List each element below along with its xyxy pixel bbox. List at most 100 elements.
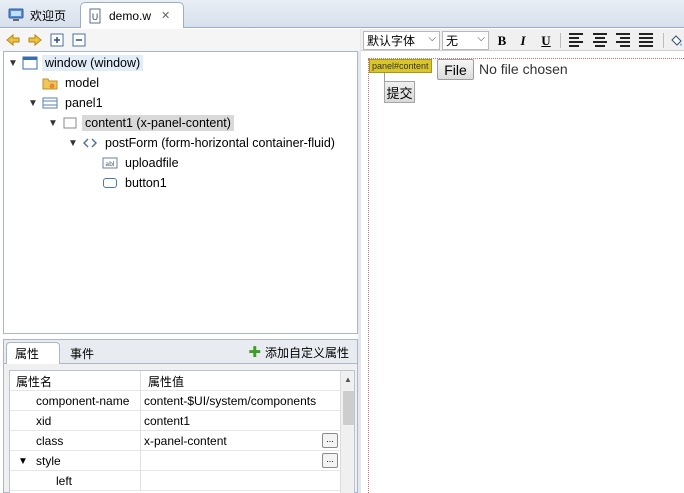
property-value[interactable]: x-panel-content: [142, 431, 340, 451]
tab-demo-w[interactable]: U demo.w ✕: [80, 2, 184, 28]
tree-node-label: panel1: [65, 96, 103, 110]
property-view: 属性 事件 ✚ 添加自定义属性 属性名 属性值 component-name c…: [3, 339, 358, 493]
property-name-cell: ▼ style: [10, 451, 141, 471]
choose-file-button[interactable]: File: [437, 59, 474, 80]
tab-label: 事件: [70, 346, 95, 361]
tree-node-label: window (window): [42, 55, 144, 71]
tree-node-model[interactable]: model: [26, 73, 102, 93]
file-status-text: No file chosen: [479, 61, 568, 77]
collapse-all-icon[interactable]: [70, 31, 88, 49]
property-name: class: [10, 431, 141, 451]
align-left-icon[interactable]: [569, 33, 585, 47]
tree-node-panel1[interactable]: ▼ panel1: [26, 93, 106, 113]
tree-node-window[interactable]: ▼ window (window): [6, 53, 144, 73]
chevron-down-icon: ⌵: [477, 33, 485, 44]
ellipsis-button[interactable]: ...: [322, 453, 338, 468]
scroll-up-icon[interactable]: ▲: [344, 375, 352, 384]
property-value[interactable]: [142, 451, 340, 471]
italic-button[interactable]: I: [514, 32, 532, 49]
chevron-down-icon[interactable]: ▼: [46, 118, 60, 129]
tab-welcome[interactable]: 欢迎页: [2, 2, 72, 28]
font-size-value: 无: [446, 34, 459, 48]
forward-arrow-icon[interactable]: [26, 31, 44, 49]
chevron-down-icon[interactable]: ▼: [6, 58, 20, 69]
w-file-icon: U: [87, 8, 103, 24]
editor-tab-bar: 欢迎页 U demo.w ✕: [0, 0, 684, 28]
panel-icon: [42, 95, 58, 111]
tree-node-label: uploadfile: [125, 156, 179, 170]
chevron-down-icon: ⌵: [428, 33, 436, 44]
property-row[interactable]: component-name content-$UI/system/compon…: [10, 391, 340, 411]
outline-tree: ▼ window (window) model ▼ panel1 ▼ conte…: [3, 51, 358, 334]
property-name: left: [10, 471, 141, 491]
align-center-icon[interactable]: [593, 33, 609, 47]
tab-label: 属性: [15, 347, 40, 361]
submit-button[interactable]: 提交: [384, 81, 415, 103]
monitor-icon: [8, 7, 24, 23]
tree-node-label: postForm (form-horizontal container-flui…: [105, 136, 335, 150]
property-grid-header: 属性名 属性值: [10, 371, 340, 391]
tab-demo-label: demo.w: [109, 8, 152, 23]
property-name: component-name: [10, 391, 141, 411]
scroll-thumb[interactable]: [343, 391, 354, 425]
selection-outline-left: [368, 59, 369, 493]
tab-events[interactable]: 事件: [62, 342, 102, 364]
tree-node-label: model: [65, 76, 100, 90]
property-row[interactable]: left: [10, 471, 340, 491]
back-arrow-icon[interactable]: [4, 31, 22, 49]
paint-bucket-icon[interactable]: [667, 32, 684, 49]
tree-node-postform[interactable]: ▼ postForm (form-horizontal container-fl…: [66, 133, 338, 153]
design-canvas[interactable]: [361, 51, 684, 493]
design-toolbar: 默认字体 ⌵ 无 ⌵ B I U: [361, 29, 684, 51]
property-row[interactable]: ▼ style ...: [10, 451, 340, 471]
property-name: style: [36, 454, 61, 468]
toolbar-separator: [560, 33, 561, 48]
chevron-down-icon[interactable]: ▼: [26, 98, 40, 109]
content-icon: [62, 115, 78, 131]
vertical-scrollbar[interactable]: ▲: [340, 371, 354, 493]
font-family-select[interactable]: 默认字体 ⌵: [363, 31, 440, 50]
tab-welcome-label: 欢迎页: [30, 8, 67, 23]
font-family-value: 默认字体: [367, 34, 416, 48]
property-value[interactable]: content1: [142, 411, 340, 431]
expand-all-icon[interactable]: [48, 31, 66, 49]
add-custom-label: 添加自定义属性: [264, 345, 349, 360]
chevron-down-icon[interactable]: ▼: [16, 456, 30, 467]
align-justify-icon[interactable]: [639, 33, 655, 47]
svg-text:U: U: [92, 13, 99, 23]
ellipsis-button[interactable]: ...: [322, 433, 338, 448]
property-tabs: 属性 事件 ✚ 添加自定义属性: [4, 340, 357, 364]
font-size-select[interactable]: 无 ⌵: [442, 31, 489, 50]
button-icon: [102, 175, 118, 191]
svg-text:abl: abl: [105, 161, 114, 168]
tree-node-uploadfile[interactable]: abl uploadfile: [86, 153, 182, 173]
property-value[interactable]: content-$UI/system/components: [142, 391, 340, 411]
panel-content-tag: panel#content: [369, 59, 432, 73]
tree-node-button1[interactable]: button1: [86, 173, 170, 193]
property-grid: 属性名 属性值 component-name content-$UI/syste…: [9, 370, 355, 493]
plus-icon: ✚: [248, 343, 261, 361]
window-icon: [22, 55, 38, 71]
bold-button[interactable]: B: [493, 32, 511, 49]
outline-toolbar: [0, 29, 360, 51]
header-name: 属性名: [10, 371, 141, 391]
model-folder-icon: [42, 75, 58, 91]
close-icon[interactable]: ✕: [161, 9, 170, 22]
tree-node-content1[interactable]: ▼ content1 (x-panel-content): [46, 113, 234, 133]
property-value[interactable]: [142, 471, 340, 491]
header-value: 属性值: [148, 374, 185, 389]
toolbar-separator: [663, 33, 664, 48]
chevron-down-icon[interactable]: ▼: [66, 138, 80, 149]
tree-node-label: button1: [125, 176, 167, 190]
align-right-icon[interactable]: [616, 33, 632, 47]
code-icon: [82, 135, 98, 151]
file-input-edge: [384, 73, 385, 81]
add-custom-attribute-button[interactable]: ✚ 添加自定义属性: [248, 343, 349, 361]
property-row[interactable]: xid content1: [10, 411, 340, 431]
property-name: xid: [10, 411, 141, 431]
tree-node-label: content1 (x-panel-content): [82, 115, 234, 131]
underline-button[interactable]: U: [537, 32, 555, 49]
tab-properties[interactable]: 属性: [6, 342, 60, 364]
input-field-icon: abl: [102, 155, 118, 171]
property-row[interactable]: class x-panel-content ...: [10, 431, 340, 451]
